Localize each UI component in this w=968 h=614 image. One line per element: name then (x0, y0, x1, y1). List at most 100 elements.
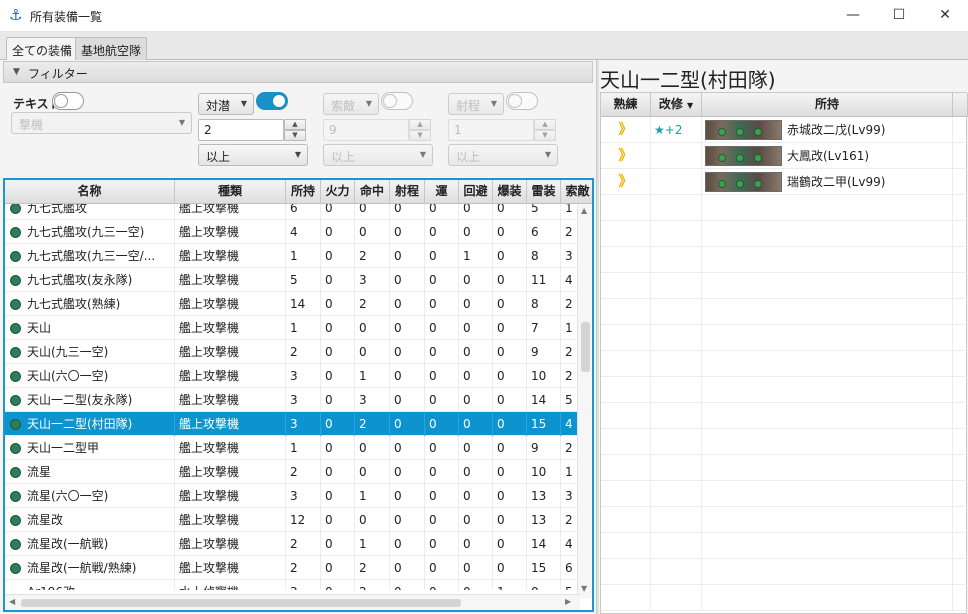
owner-cell (702, 585, 953, 611)
owner-cell (702, 195, 953, 221)
table-row[interactable]: 九七式艦攻(熟練) 艦上攻撃機 14 0 2 0 0 0 0 8 2 (5, 292, 580, 316)
table-row[interactable]: 天山一二型甲 艦上攻撃機 1 0 0 0 0 0 0 9 2 (5, 436, 580, 460)
tab-all-equipment[interactable]: 全ての装備 (6, 37, 79, 61)
column-header[interactable]: 索敵 (561, 180, 592, 204)
text-filter-combo[interactable]: 撃機 ▼ (11, 112, 192, 134)
cell-stat: 0 (321, 244, 355, 268)
table-row[interactable]: 九七式艦攻(友永隊) 艦上攻撃機 5 0 3 0 0 0 0 11 4 (5, 268, 580, 292)
column-header[interactable]: 所持 (286, 180, 321, 204)
cell-stat: 0 (425, 292, 459, 316)
filter-header[interactable]: ▼ フィルター (3, 61, 593, 83)
table-row[interactable]: 流星(六〇一空) 艦上攻撃機 3 0 1 0 0 0 0 13 3 (5, 484, 580, 508)
column-header[interactable]: 火力 (321, 180, 355, 204)
stat3-condition-combo[interactable]: 以上 ▼ (448, 144, 558, 166)
table-row[interactable]: 天山(九三一空) 艦上攻撃機 2 0 0 0 0 0 0 9 2 (5, 340, 580, 364)
scroll-down-arrow-icon: ▼ (581, 584, 588, 593)
close-button[interactable]: ✕ (922, 0, 968, 31)
stat1-spinner[interactable]: ▲ ▼ (284, 119, 306, 141)
cell-name: 天山(六〇一空) (5, 364, 175, 388)
proficiency-cell: 》 (601, 169, 651, 195)
column-header[interactable]: 回避 (459, 180, 493, 204)
column-header[interactable]: 爆装 (493, 180, 527, 204)
stat2-combo[interactable]: 索敵 ▼ (323, 93, 379, 115)
cell-stat: 0 (321, 532, 355, 556)
scroll-thumb[interactable] (581, 322, 590, 372)
cell-stat: 3 (286, 364, 321, 388)
table-row[interactable]: 天山一二型(村田隊) 艦上攻撃機 3 0 2 0 0 0 0 15 4 (5, 412, 580, 436)
col-proficiency[interactable]: 熟練 (601, 93, 651, 117)
stat3-combo[interactable]: 射程 ▼ (448, 93, 504, 115)
cell-type: 艦上攻撃機 (175, 436, 286, 460)
cell-stat: 0 (425, 556, 459, 580)
stat3-value-input[interactable]: 1 (448, 119, 534, 141)
cell-stat: 0 (425, 364, 459, 388)
table-row[interactable]: 流星改(一航戦) 艦上攻撃機 2 0 1 0 0 0 0 14 4 (5, 532, 580, 556)
table-row[interactable]: 天山一二型(友永隊) 艦上攻撃機 3 0 3 0 0 0 0 14 5 (5, 388, 580, 412)
cell-stat: 0 (355, 460, 390, 484)
cell-stat: 0 (355, 316, 390, 340)
torpedo-bomber-icon (10, 515, 21, 526)
cell-stat: 0 (459, 412, 493, 436)
owner-row (601, 481, 968, 507)
cell-stat: 1 (459, 244, 493, 268)
table-row[interactable]: 流星 艦上攻撃機 2 0 0 0 0 0 0 10 1 (5, 460, 580, 484)
stat2-condition-combo[interactable]: 以上 ▼ (323, 144, 433, 166)
column-header[interactable]: 種類 (175, 180, 286, 204)
stat2-spinner[interactable]: ▲ ▼ (409, 119, 431, 141)
horizontal-scrollbar[interactable]: ◀ ▶ (5, 594, 580, 610)
stat1-toggle[interactable] (256, 92, 288, 110)
minimize-button[interactable]: — (830, 0, 876, 31)
proficiency-cell (601, 429, 651, 455)
torpedo-bomber-icon (10, 251, 21, 262)
column-header[interactable]: 名称 (5, 180, 175, 204)
improvement-cell (651, 481, 702, 507)
cell-stat: 0 (425, 244, 459, 268)
table-row[interactable]: Ar196改水上偵察機302000105 (5, 580, 580, 590)
table-row[interactable]: 流星改(一航戦/熟練) 艦上攻撃機 2 0 2 0 0 0 0 15 6 (5, 556, 580, 580)
cell-name: 流星(六〇一空) (5, 484, 175, 508)
stat3-toggle[interactable] (506, 92, 538, 110)
maximize-button[interactable]: ☐ (876, 0, 922, 31)
proficiency-cell (601, 195, 651, 221)
column-header[interactable]: 命中 (355, 180, 390, 204)
equipment-name: 天山 (27, 321, 52, 335)
table-row[interactable]: 九七式艦攻 艦上攻撃機 6 0 0 0 0 0 0 5 1 (5, 204, 580, 220)
column-header[interactable]: 雷装 (527, 180, 561, 204)
cell-stat: 2 (286, 340, 321, 364)
col-filler (953, 93, 968, 117)
column-header[interactable]: 運 (425, 180, 459, 204)
torpedo-bomber-icon (10, 371, 21, 382)
stat1-combo[interactable]: 対潜 ▼ (198, 93, 254, 115)
owner-row[interactable]: 》 大鳳改(Lv161) (601, 143, 968, 169)
table-row[interactable]: 天山(六〇一空) 艦上攻撃機 3 0 1 0 0 0 0 10 2 (5, 364, 580, 388)
owner-cell (702, 351, 953, 377)
tab-land-base[interactable]: 基地航空隊 (75, 37, 148, 60)
cell-name: 九七式艦攻(熟練) (5, 292, 175, 316)
cell-stat: 0 (321, 556, 355, 580)
column-header[interactable]: 射程 (390, 180, 425, 204)
cell-stat: 0 (459, 292, 493, 316)
owner-row (601, 299, 968, 325)
stat1-value-input[interactable]: 2 (198, 119, 284, 141)
table-row[interactable]: 九七式艦攻(九三一空) 艦上攻撃機 4 0 0 0 0 0 0 6 2 (5, 220, 580, 244)
stat3-spinner[interactable]: ▲ ▼ (534, 119, 556, 141)
cell-stat: 0 (355, 508, 390, 532)
stat2-value-input[interactable]: 9 (323, 119, 409, 141)
cell-stat: 13 (527, 508, 561, 532)
owner-row[interactable]: 》 瑞鶴改二甲(Lv99) (601, 169, 968, 195)
vertical-scrollbar[interactable]: ▲ ▼ (577, 204, 592, 598)
proficiency-cell (601, 403, 651, 429)
stat2-toggle[interactable] (381, 92, 413, 110)
stat1-condition-combo[interactable]: 以上 ▼ (198, 144, 308, 166)
cell-stat: 0 (321, 484, 355, 508)
table-row[interactable]: 九七式艦攻(九三一空/... 艦上攻撃機 1 0 2 0 0 1 0 8 3 (5, 244, 580, 268)
table-row[interactable]: 流星改 艦上攻撃機 12 0 0 0 0 0 0 13 2 (5, 508, 580, 532)
cell-name: 流星 (5, 460, 175, 484)
col-owner[interactable]: 所持 (702, 93, 953, 117)
scroll-thumb[interactable] (21, 599, 461, 607)
proficiency-cell: 》 (601, 143, 651, 169)
text-filter-toggle[interactable] (52, 92, 84, 110)
owner-row[interactable]: 》 ★+2 赤城改二戊(Lv99) (601, 117, 968, 143)
table-row[interactable]: 天山 艦上攻撃機 1 0 0 0 0 0 0 7 1 (5, 316, 580, 340)
col-improvement[interactable]: 改修 ▼ (651, 93, 702, 117)
